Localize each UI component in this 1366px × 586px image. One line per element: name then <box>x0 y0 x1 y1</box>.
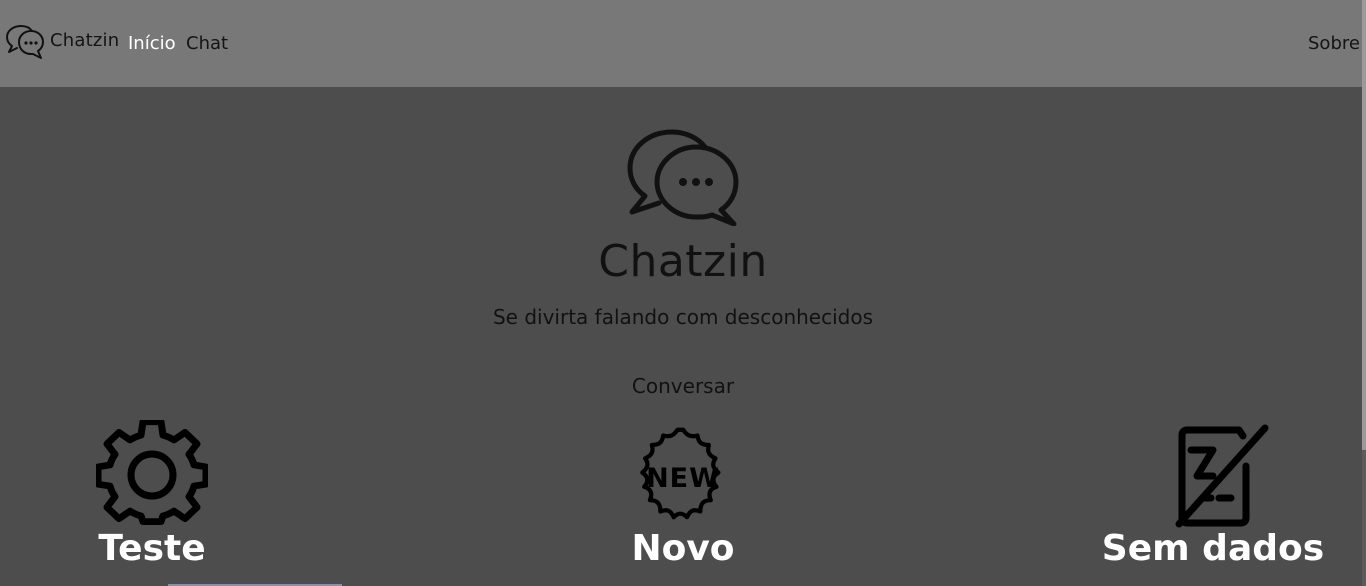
chat-bubbles-icon <box>6 25 44 59</box>
hero-title: Chatzin <box>598 236 768 287</box>
gear-icon <box>96 420 208 525</box>
nav-link-chat[interactable]: Chat <box>186 33 228 54</box>
nav-link-sobre[interactable]: Sobre <box>1308 33 1360 54</box>
conversar-link[interactable]: Conversar <box>632 374 734 398</box>
brand-logo-link[interactable]: Chatzin <box>4 23 119 61</box>
nav-link-inicio[interactable]: Início <box>128 33 176 54</box>
chat-bubbles-icon <box>627 129 739 226</box>
svg-text:NEW: NEW <box>646 463 720 494</box>
new-badge-icon: NEW <box>640 427 721 520</box>
feature-teste-label: Teste <box>98 528 206 569</box>
feature-novo[interactable]: NEW Novo <box>563 420 803 569</box>
feature-sem-dados-label: Sem dados <box>1101 528 1325 569</box>
navbar: Chatzin Início Chat Sobre <box>0 0 1366 87</box>
feature-sem-dados[interactable]: Sem dados <box>1093 420 1333 569</box>
no-data-icon <box>1175 424 1269 528</box>
feature-novo-label: Novo <box>631 528 735 569</box>
hero-subtitle: Se divirta falando com desconhecidos <box>492 305 874 329</box>
brand-name: Chatzin <box>50 30 120 51</box>
scrollbar-track[interactable] <box>1362 0 1366 586</box>
feature-teste[interactable]: Teste <box>32 420 272 569</box>
